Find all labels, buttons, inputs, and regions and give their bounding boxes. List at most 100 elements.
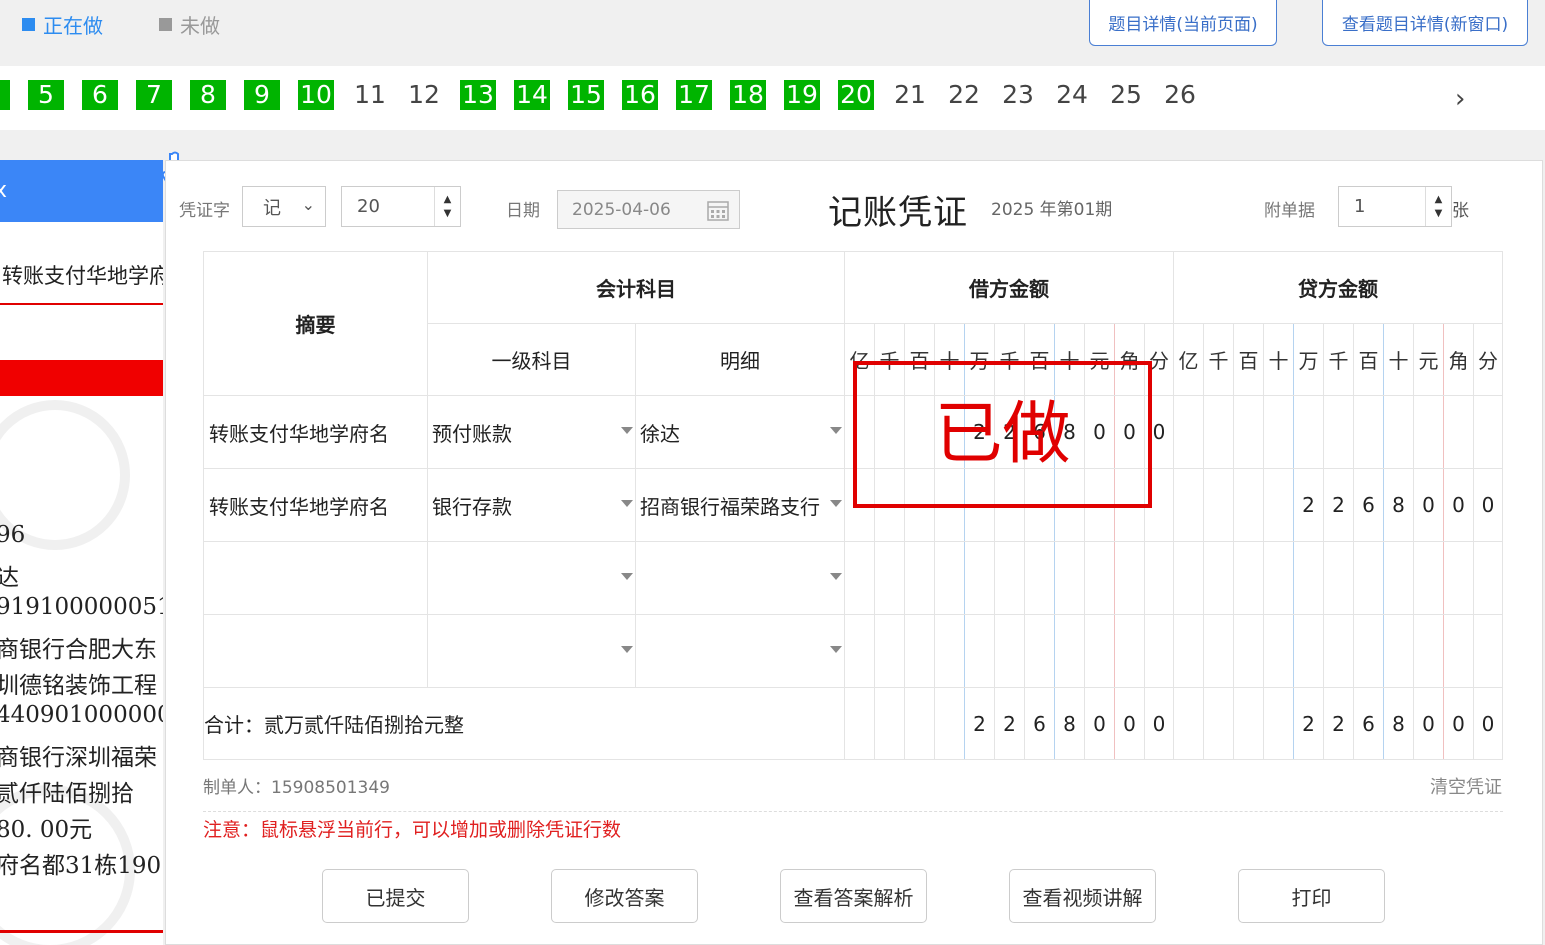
credit-digit-cell[interactable]: 8 <box>1383 468 1414 542</box>
debit-digit-cell[interactable] <box>964 541 995 615</box>
credit-digit-cell[interactable] <box>1323 614 1354 688</box>
question-number[interactable]: 6 <box>82 80 118 110</box>
question-number[interactable]: 5 <box>28 80 64 110</box>
debit-digit-cell[interactable] <box>844 614 875 688</box>
credit-digit-cell[interactable] <box>1383 395 1414 469</box>
question-number[interactable]: 7 <box>136 80 172 110</box>
question-number[interactable]: 23 <box>1000 80 1036 110</box>
dropdown-caret-icon[interactable] <box>621 500 633 507</box>
question-number[interactable]: 15 <box>568 80 604 110</box>
account-select[interactable]: 预付账款 <box>428 396 635 468</box>
stepper-down-icon[interactable]: ▼ <box>444 207 452 221</box>
dropdown-caret-icon[interactable] <box>621 427 633 434</box>
credit-digit-cell[interactable] <box>1233 541 1264 615</box>
dropdown-caret-icon[interactable] <box>830 500 842 507</box>
debit-digit-cell[interactable] <box>1084 541 1115 615</box>
dropdown-caret-icon[interactable] <box>830 573 842 580</box>
debit-digit-cell[interactable] <box>1144 541 1174 615</box>
credit-digit-cell[interactable] <box>1233 468 1264 542</box>
debit-digit-cell[interactable] <box>844 541 875 615</box>
submitted-button[interactable]: 已提交 <box>322 869 469 923</box>
account-select[interactable]: 银行存款 <box>428 469 635 541</box>
modify-answer-button[interactable]: 修改答案 <box>551 869 698 923</box>
voucher-number-stepper[interactable]: ▲ ▼ <box>434 187 460 226</box>
dropdown-caret-icon[interactable] <box>830 646 842 653</box>
dropdown-caret-icon[interactable] <box>621 573 633 580</box>
question-number[interactable]: 9 <box>244 80 280 110</box>
credit-digit-cell[interactable] <box>1173 468 1204 542</box>
credit-digit-cell[interactable] <box>1203 468 1234 542</box>
question-number[interactable]: 25 <box>1108 80 1144 110</box>
question-number[interactable]: 8 <box>190 80 226 110</box>
calendar-icon[interactable] <box>707 199 729 221</box>
credit-digit-cell[interactable] <box>1323 541 1354 615</box>
debit-digit-cell[interactable] <box>934 614 965 688</box>
question-number[interactable]: 14 <box>514 80 550 110</box>
credit-digit-cell[interactable] <box>1353 395 1384 469</box>
credit-digit-cell[interactable] <box>1233 614 1264 688</box>
dropdown-caret-icon[interactable] <box>621 646 633 653</box>
credit-digit-cell[interactable]: 0 <box>1473 468 1503 542</box>
credit-digit-cell[interactable] <box>1233 395 1264 469</box>
debit-digit-cell[interactable] <box>1114 541 1145 615</box>
account-select[interactable] <box>428 542 635 614</box>
debit-digit-cell[interactable] <box>994 541 1025 615</box>
summary-cell[interactable]: 转账支付华地学府名 <box>204 396 427 468</box>
credit-digit-cell[interactable] <box>1443 541 1474 615</box>
view-video-button[interactable]: 查看视频讲解 <box>1009 869 1156 923</box>
credit-digit-cell[interactable] <box>1263 395 1294 469</box>
question-number[interactable]: 21 <box>892 80 928 110</box>
credit-digit-cell[interactable] <box>1263 468 1294 542</box>
debit-digit-cell[interactable] <box>1114 614 1145 688</box>
question-detail-new-window-button[interactable]: 查看题目详情(新窗口) <box>1322 0 1528 46</box>
view-analysis-button[interactable]: 查看答案解析 <box>780 869 927 923</box>
attachment-count-stepper[interactable]: ▲ ▼ <box>1425 187 1451 226</box>
debit-digit-cell[interactable] <box>1084 614 1115 688</box>
credit-digit-cell[interactable] <box>1383 614 1414 688</box>
debit-digit-cell[interactable] <box>964 614 995 688</box>
debit-digit-cell[interactable] <box>904 614 935 688</box>
credit-digit-cell[interactable] <box>1263 614 1294 688</box>
credit-digit-cell[interactable] <box>1413 395 1444 469</box>
detail-select[interactable]: 招商银行福荣路支行 <box>636 469 844 541</box>
credit-digit-cell[interactable] <box>1293 541 1324 615</box>
detail-select[interactable]: 徐达 <box>636 396 844 468</box>
credit-digit-cell[interactable] <box>1443 395 1474 469</box>
credit-digit-cell[interactable]: 2 <box>1323 468 1354 542</box>
credit-digit-cell[interactable]: 2 <box>1293 468 1324 542</box>
debit-digit-cell[interactable] <box>994 614 1025 688</box>
credit-digit-cell[interactable]: 0 <box>1443 468 1474 542</box>
credit-digit-cell[interactable] <box>1353 614 1384 688</box>
credit-digit-cell[interactable] <box>1473 614 1503 688</box>
question-detail-current-button[interactable]: 题目详情(当前页面) <box>1089 0 1277 46</box>
question-number[interactable]: 18 <box>730 80 766 110</box>
question-number[interactable]: 12 <box>406 80 442 110</box>
voucher-number-input[interactable]: 20 ▲ ▼ <box>341 186 461 227</box>
clear-voucher-link[interactable]: 清空凭证 <box>1430 773 1502 799</box>
credit-digit-cell[interactable] <box>1413 541 1444 615</box>
credit-digit-cell[interactable] <box>1413 614 1444 688</box>
credit-digit-cell[interactable]: 0 <box>1413 468 1444 542</box>
question-number[interactable]: 22 <box>946 80 982 110</box>
credit-digit-cell[interactable] <box>1203 541 1234 615</box>
credit-digit-cell[interactable] <box>1263 541 1294 615</box>
question-number[interactable]: 11 <box>352 80 388 110</box>
question-number[interactable]: 17 <box>676 80 712 110</box>
credit-digit-cell[interactable] <box>1293 614 1324 688</box>
summary-cell[interactable] <box>204 542 427 614</box>
debit-digit-cell[interactable] <box>904 541 935 615</box>
date-input[interactable]: 2025-04-06 <box>557 190 740 229</box>
credit-digit-cell[interactable] <box>1173 541 1204 615</box>
credit-digit-cell[interactable] <box>1383 541 1414 615</box>
credit-digit-cell[interactable]: 6 <box>1353 468 1384 542</box>
question-number[interactable]: 13 <box>460 80 496 110</box>
credit-digit-cell[interactable] <box>1443 614 1474 688</box>
question-number[interactable]: 20 <box>838 80 874 110</box>
credit-digit-cell[interactable] <box>1173 395 1204 469</box>
summary-cell[interactable] <box>204 615 427 687</box>
credit-digit-cell[interactable] <box>1203 395 1234 469</box>
question-number[interactable]: 16 <box>622 80 658 110</box>
debit-digit-cell[interactable] <box>1024 614 1055 688</box>
question-number-partial[interactable] <box>0 80 10 110</box>
credit-digit-cell[interactable] <box>1203 614 1234 688</box>
